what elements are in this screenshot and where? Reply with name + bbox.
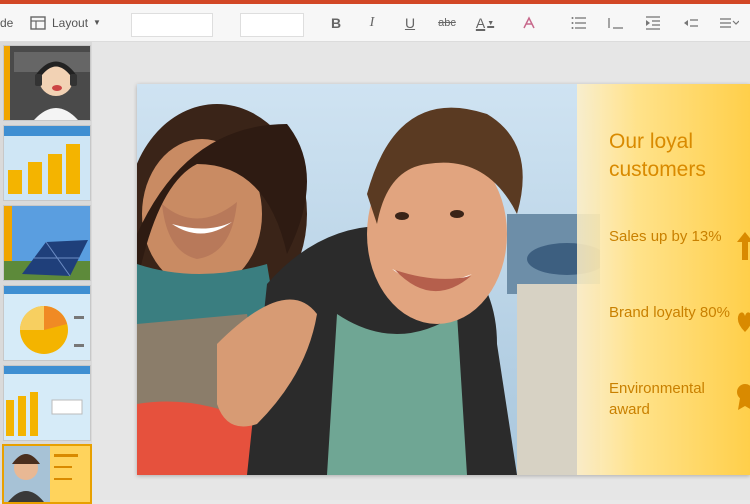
couple-photo-icon (137, 84, 600, 475)
solar-panel-thumbnail-icon (4, 206, 90, 280)
new-slide-label[interactable]: de (0, 4, 13, 41)
stat-sales[interactable]: Sales up by 13% (609, 226, 739, 247)
bar-chart-2-thumbnail-icon (4, 366, 90, 440)
strikethrough-button[interactable]: abc (434, 11, 460, 35)
bold-icon: B (330, 15, 342, 31)
decrease-indent-icon (646, 16, 660, 30)
slide-thumb-6[interactable] (2, 444, 92, 504)
increase-indent-icon (684, 19, 698, 27)
stat-environmental-award[interactable]: Environmental award (609, 378, 739, 420)
slide[interactable]: Our loyal customers Sales up by 13% Bran… (137, 84, 750, 475)
align-icon (720, 18, 739, 28)
photo-thumbnail-icon (4, 46, 90, 120)
font-name-field[interactable] (131, 13, 213, 37)
chevron-down-icon: ▼ (487, 19, 495, 27)
pie-chart-thumbnail-icon (4, 286, 90, 360)
font-color-icon: A (475, 15, 486, 31)
strikethrough-icon: abc (438, 17, 456, 29)
layout-icon (30, 15, 46, 30)
font-size-field[interactable] (240, 13, 304, 37)
bullets-icon (571, 17, 586, 29)
increase-indent-button[interactable] (678, 11, 704, 35)
award-icon (735, 382, 750, 412)
slide-thumb-3[interactable] (3, 205, 91, 281)
heart-icon (735, 306, 750, 336)
underline-button[interactable]: U (397, 11, 423, 35)
align-button[interactable] (716, 11, 742, 35)
clear-format-icon (523, 16, 535, 29)
clear-format-button[interactable] (516, 11, 542, 35)
decrease-indent-button[interactable] (640, 11, 666, 35)
slide-thumb-4[interactable] (3, 285, 91, 361)
italic-icon: I (369, 15, 375, 30)
underline-icon: U (404, 15, 416, 31)
font-color-button[interactable]: A ▼ (472, 11, 498, 35)
up-arrow-icon (735, 230, 750, 260)
numbering-button[interactable] (603, 11, 629, 35)
slide-thumb-1[interactable] (3, 45, 91, 121)
slide-thumb-5[interactable] (3, 365, 91, 441)
chevron-down-icon: ▼ (93, 18, 101, 27)
italic-button[interactable]: I (359, 11, 385, 35)
layout-label: Layout (52, 15, 89, 30)
bold-button[interactable]: B (323, 11, 349, 35)
customers-thumbnail-icon (4, 446, 90, 502)
numbering-icon (608, 18, 623, 29)
stat-brand-loyalty[interactable]: Brand loyalty 80% (609, 302, 739, 323)
bar-chart-thumbnail-icon (4, 126, 90, 200)
ribbon-toolbar: de Layout ▼ B I U abc A ▼ (0, 4, 750, 42)
slide-title[interactable]: Our loyal customers (609, 128, 749, 184)
slide-thumbnails-pane[interactable] (0, 42, 92, 504)
layout-dropdown[interactable]: Layout ▼ (30, 4, 101, 41)
bullets-button[interactable] (566, 11, 592, 35)
slide-thumb-2[interactable] (3, 125, 91, 201)
